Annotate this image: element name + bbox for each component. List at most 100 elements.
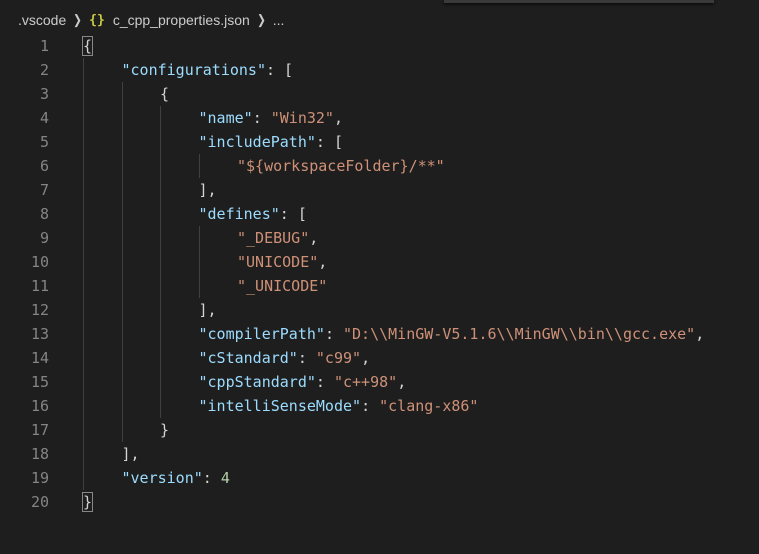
line-number: 2 (39, 61, 49, 79)
code-content: "name": "Win32", (199, 106, 344, 130)
punctuation: , (397, 373, 407, 391)
code-line[interactable]: 5 "includePath": [ (0, 130, 759, 154)
code-content: "cStandard": "c99", (199, 346, 371, 370)
code-line[interactable]: 9 "_DEBUG", (0, 226, 759, 250)
json-string: "D:\\MinGW-V5.1.6\\MinGW\\bin\\gcc.exe" (343, 325, 696, 343)
code-line[interactable]: 19 "version": 4 (0, 466, 759, 490)
line-number: 15 (30, 373, 49, 391)
line-number: 14 (30, 349, 49, 367)
line-number: 10 (30, 253, 49, 271)
json-number: 4 (220, 469, 230, 487)
punctuation: ], (198, 181, 217, 199)
punctuation: : [ (315, 133, 343, 151)
json-string: "_UNICODE" (237, 277, 328, 295)
indent-guide (83, 58, 84, 490)
code-content: { (160, 82, 169, 106)
code-content: "_UNICODE" (237, 274, 327, 298)
code-content: "cppStandard": "c++98", (199, 370, 407, 394)
json-string: "clang-x86" (379, 397, 479, 415)
punctuation: : (315, 373, 334, 391)
matched-brace: { (81, 36, 94, 56)
code-line[interactable]: 14 "cStandard": "c99", (0, 346, 759, 370)
line-number: 7 (39, 181, 49, 199)
matched-brace: } (81, 492, 94, 512)
code-content: "_DEBUG", (237, 226, 318, 250)
breadcrumb-symbol[interactable]: ... (273, 12, 285, 28)
code-content: } (81, 490, 94, 514)
json-key: "version" (121, 469, 203, 487)
line-number: 3 (39, 85, 49, 103)
json-key: "intelliSenseMode" (198, 397, 362, 415)
json-key: "configurations" (121, 61, 267, 79)
code-line[interactable]: 16 "intelliSenseMode": "clang-x86" (0, 394, 759, 418)
json-string: "c++98" (333, 373, 398, 391)
code-content: "intelliSenseMode": "clang-x86" (199, 394, 479, 418)
code-line[interactable]: 7], (0, 178, 759, 202)
breadcrumb-folder[interactable]: .vscode (18, 12, 66, 28)
json-string: "Win32" (270, 109, 334, 127)
line-number: 8 (39, 205, 49, 223)
punctuation: , (309, 229, 319, 247)
code-content: ], (199, 298, 217, 322)
punctuation: , (361, 349, 371, 367)
code-content: "defines": [ (199, 202, 307, 226)
punctuation: ], (198, 301, 217, 319)
code-content: "configurations": [ (122, 58, 294, 82)
code-line[interactable]: 10 "UNICODE", (0, 250, 759, 274)
line-number: 16 (30, 397, 49, 415)
code-line[interactable]: 4 "name": "Win32", (0, 106, 759, 130)
code-content: "${workspaceFolder}/**" (237, 154, 445, 178)
json-string: "c99" (315, 349, 362, 367)
punctuation: , (318, 253, 328, 271)
line-number: 19 (30, 469, 49, 487)
code-content: } (160, 418, 169, 442)
code-line[interactable]: 12], (0, 298, 759, 322)
indent-guide (160, 106, 161, 418)
code-line[interactable]: 11 "_UNICODE" (0, 274, 759, 298)
chevron-right-icon: ❯ (73, 12, 83, 27)
code-line[interactable]: 6 "${workspaceFolder}/**" (0, 154, 759, 178)
line-number: 12 (30, 301, 49, 319)
punctuation: : (324, 325, 343, 343)
json-key: "includePath" (198, 133, 316, 151)
breadcrumb-file[interactable]: c_cpp_properties.json (113, 12, 250, 28)
code-content: "compilerPath": "D:\\MinGW-V5.1.6\\MinGW… (199, 322, 705, 346)
code-line[interactable]: 13 "compilerPath": "D:\\MinGW-V5.1.6\\Min… (0, 322, 759, 346)
json-string: "_DEBUG" (237, 229, 310, 247)
line-number: 17 (30, 421, 49, 439)
code-line[interactable]: 3{ (0, 82, 759, 106)
code-line[interactable]: 18], (0, 442, 759, 466)
indent-guide (198, 154, 200, 178)
code-content: ], (199, 178, 217, 202)
punctuation: : [ (266, 61, 294, 79)
punctuation: : (297, 349, 316, 367)
line-number: 20 (30, 493, 49, 511)
breadcrumb: .vscode ❯ {} c_cpp_properties.json ❯ ... (18, 10, 284, 30)
punctuation: { (160, 85, 170, 103)
code-line[interactable]: 1{ (0, 34, 759, 58)
code-line[interactable]: 17} (0, 418, 759, 442)
indent-guide (121, 82, 123, 442)
line-number: 6 (39, 157, 49, 175)
json-key: "cStandard" (198, 349, 298, 367)
chevron-right-icon: ❯ (256, 12, 266, 27)
json-file-icon: {} (89, 12, 105, 28)
punctuation: : [ (279, 205, 307, 223)
code-line[interactable]: 20} (0, 490, 759, 514)
line-number: 5 (39, 133, 49, 151)
punctuation: : (252, 109, 271, 127)
json-string: "UNICODE" (237, 253, 319, 271)
json-key: "cppStandard" (198, 373, 316, 391)
code-line[interactable]: 2 "configurations": [ (0, 58, 759, 82)
code-content: { (81, 34, 94, 58)
punctuation: , (333, 109, 343, 127)
line-number: 9 (39, 229, 49, 247)
code-line[interactable]: 15 "cppStandard": "c++98", (0, 370, 759, 394)
punctuation: } (160, 421, 170, 439)
code-line[interactable]: 8 "defines": [ (0, 202, 759, 226)
punctuation: , (695, 325, 705, 343)
code-content: ], (122, 442, 140, 466)
code-content: "version": 4 (122, 466, 230, 490)
punctuation: : (361, 397, 380, 415)
indent-guide (198, 226, 200, 298)
